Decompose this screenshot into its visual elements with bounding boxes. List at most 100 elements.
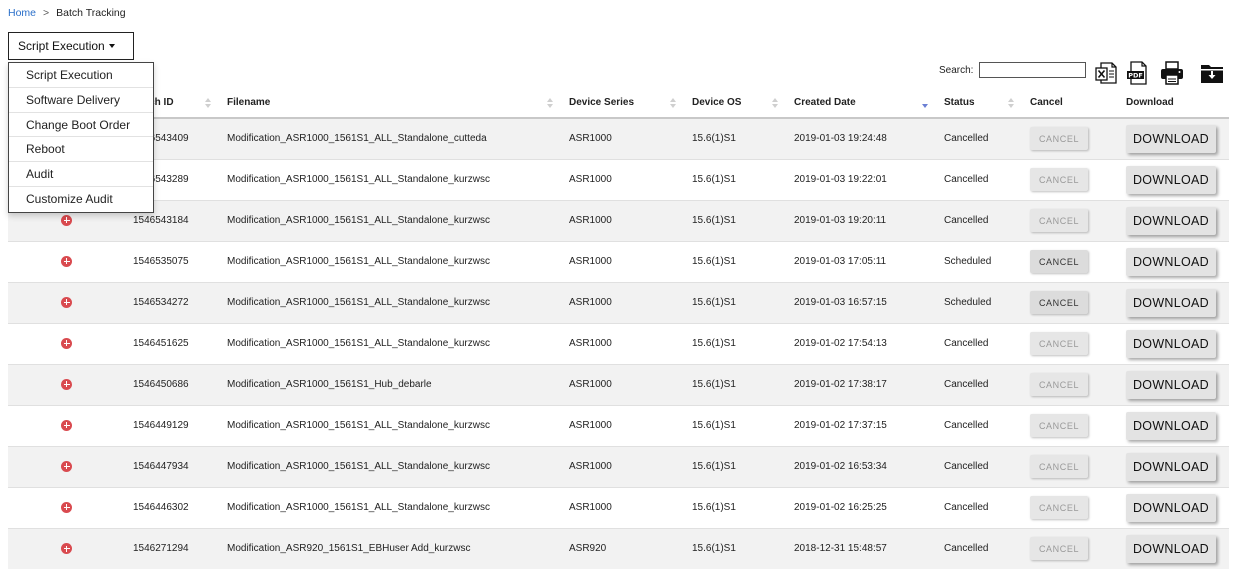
created-date-cell: 2018-12-31 15:48:57 [788, 527, 938, 569]
status-cell: Cancelled [938, 486, 1024, 528]
device-os-cell: 15.6(1)S1 [686, 363, 788, 405]
print-icon[interactable] [1159, 60, 1185, 86]
download-button[interactable]: DOWNLOAD [1126, 411, 1216, 440]
table-row: 1546535075 Modification_ASR1000_1561S1_AL… [8, 240, 1229, 282]
status-cell: Scheduled [938, 240, 1024, 282]
cancel-button[interactable]: CANCEL [1030, 291, 1088, 314]
column-label: Status [944, 97, 975, 108]
breadcrumb: Home > Batch Tracking [8, 7, 126, 19]
breadcrumb-home-link[interactable]: Home [8, 7, 36, 19]
device-series-cell: ASR1000 [563, 158, 686, 200]
dropdown-label: Script Execution [18, 39, 105, 53]
download-cell: DOWNLOAD [1120, 281, 1229, 323]
created-date-cell: 2019-01-03 19:24:48 [788, 117, 938, 159]
table-row: 1546543184 Modification_ASR1000_1561S1_AL… [8, 199, 1229, 241]
device-os-cell: 15.6(1)S1 [686, 486, 788, 528]
download-button[interactable]: DOWNLOAD [1126, 288, 1216, 317]
sort-icon [772, 97, 778, 108]
download-cell: DOWNLOAD [1120, 117, 1229, 159]
download-button[interactable]: DOWNLOAD [1126, 534, 1216, 563]
cancel-cell: CANCEL [1024, 281, 1120, 323]
created-date-cell: 2019-01-02 17:54:13 [788, 322, 938, 364]
filename-cell: Modification_ASR1000_1561S1_ALL_Standalo… [221, 199, 563, 241]
batch-id-cell: 1546534272 [127, 281, 221, 323]
status-cell: Cancelled [938, 158, 1024, 200]
created-date-cell: 2019-01-02 17:38:17 [788, 363, 938, 405]
expand-row-icon[interactable] [61, 419, 72, 431]
excel-icon[interactable] [1093, 60, 1119, 86]
expand-row-icon[interactable] [61, 460, 72, 472]
device-series-cell: ASR1000 [563, 322, 686, 364]
device-os-cell: 15.6(1)S1 [686, 527, 788, 569]
expand-row-icon[interactable] [61, 501, 72, 513]
table-row: 1546543289 Modification_ASR1000_1561S1_AL… [8, 158, 1229, 200]
column-header-status[interactable]: Status [938, 88, 1024, 119]
batch-id-cell: 1546450686 [127, 363, 221, 405]
cancel-button[interactable]: CANCEL [1030, 127, 1088, 151]
cancel-button[interactable]: CANCEL [1030, 414, 1088, 437]
search-input[interactable] [979, 62, 1086, 78]
expand-row-icon[interactable] [61, 296, 72, 308]
download-cell: DOWNLOAD [1120, 322, 1229, 364]
column-label: Cancel [1030, 97, 1063, 108]
download-button[interactable]: DOWNLOAD [1126, 124, 1216, 153]
status-cell: Cancelled [938, 445, 1024, 487]
download-button[interactable]: DOWNLOAD [1126, 206, 1216, 235]
expand-cell [8, 281, 127, 323]
caret-down-icon [108, 44, 115, 48]
expand-row-icon[interactable] [61, 543, 72, 555]
cancel-button[interactable]: CANCEL [1030, 332, 1088, 355]
download-button[interactable]: DOWNLOAD [1126, 247, 1216, 276]
script-execution-dropdown-button[interactable]: Script Execution [8, 32, 134, 60]
cancel-button[interactable]: CANCEL [1030, 209, 1088, 232]
cancel-button[interactable]: CANCEL [1030, 168, 1088, 191]
device-series-cell: ASR920 [563, 527, 686, 569]
download-button[interactable]: DOWNLOAD [1126, 165, 1216, 194]
expand-cell [8, 486, 127, 528]
cancel-cell: CANCEL [1024, 322, 1120, 364]
menu-item-audit[interactable]: Audit [9, 162, 153, 187]
created-date-cell: 2019-01-02 17:37:15 [788, 404, 938, 446]
download-button[interactable]: DOWNLOAD [1126, 370, 1216, 399]
batch-id-cell: 1546451625 [127, 322, 221, 364]
column-header-device-os[interactable]: Device OS [686, 88, 788, 119]
expand-row-icon[interactable] [61, 337, 72, 349]
breadcrumb-current: Batch Tracking [56, 7, 126, 19]
download-cell: DOWNLOAD [1120, 527, 1229, 569]
pdf-icon[interactable]: PDF [1125, 60, 1151, 86]
menu-item-reboot[interactable]: Reboot [9, 137, 153, 163]
device-series-cell: ASR1000 [563, 199, 686, 241]
expand-row-icon[interactable] [61, 378, 72, 390]
device-series-cell: ASR1000 [563, 363, 686, 405]
menu-item-script-execution[interactable]: Script Execution [9, 63, 153, 88]
download-cell: DOWNLOAD [1120, 240, 1229, 282]
download-folder-icon[interactable] [1199, 60, 1225, 86]
expand-row-icon[interactable] [61, 214, 72, 226]
download-button[interactable]: DOWNLOAD [1126, 452, 1216, 481]
menu-item-customize-audit[interactable]: Customize Audit [9, 187, 153, 212]
expand-row-icon[interactable] [61, 255, 72, 267]
cancel-button[interactable]: CANCEL [1030, 373, 1088, 396]
filename-cell: Modification_ASR1000_1561S1_ALL_Standalo… [221, 117, 563, 159]
filename-cell: Modification_ASR1000_1561S1_ALL_Standalo… [221, 240, 563, 282]
cancel-button[interactable]: CANCEL [1030, 455, 1088, 478]
table-row: 1546271294 Modification_ASR920_1561S1_EBH… [8, 527, 1229, 569]
breadcrumb-separator: > [43, 7, 50, 19]
table-row: 1546447934 Modification_ASR1000_1561S1_AL… [8, 445, 1229, 487]
cancel-button[interactable]: CANCEL [1030, 537, 1088, 561]
expand-cell [8, 404, 127, 446]
download-button[interactable]: DOWNLOAD [1126, 493, 1216, 522]
download-button[interactable]: DOWNLOAD [1126, 329, 1216, 358]
download-cell: DOWNLOAD [1120, 486, 1229, 528]
cancel-button[interactable]: CANCEL [1030, 250, 1088, 273]
device-os-cell: 15.6(1)S1 [686, 117, 788, 159]
column-header-device-series[interactable]: Device Series [563, 88, 686, 119]
menu-item-software-delivery[interactable]: Software Delivery [9, 88, 153, 113]
menu-item-change-boot-order[interactable]: Change Boot Order [9, 113, 153, 138]
status-cell: Cancelled [938, 199, 1024, 241]
column-header-filename[interactable]: Filename [221, 88, 563, 119]
column-header-created-date[interactable]: Created Date [788, 88, 938, 119]
device-os-cell: 15.6(1)S1 [686, 281, 788, 323]
cancel-button[interactable]: CANCEL [1030, 496, 1088, 519]
batch-id-cell: 1546446302 [127, 486, 221, 528]
